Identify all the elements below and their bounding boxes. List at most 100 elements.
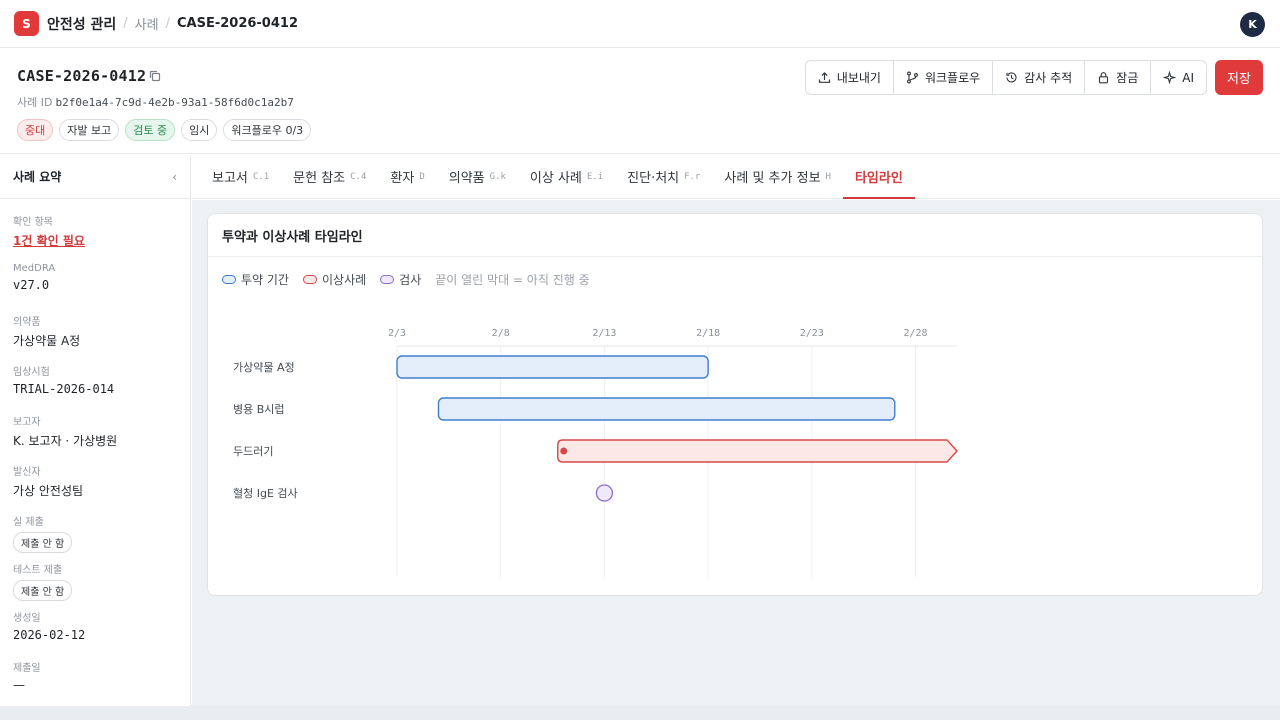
summary-item-check: 확인 항목 1건 확인 필요 (13, 213, 177, 263)
summary-label: 제출일 (13, 663, 41, 674)
legend-label: 투약 기간 (241, 273, 289, 287)
app-window: S 안전성 관리 / 사례 / CASE-2026-0412 K CASE-20… (0, 0, 1280, 706)
ai-label: AI (1182, 70, 1194, 85)
app-logo[interactable]: S (14, 11, 39, 36)
summary-item-submitted: 제출일 — (13, 659, 177, 709)
row-label: 두드러기 (233, 445, 273, 458)
summary-value: 2026-02-12 (13, 628, 86, 642)
tab-additional-info[interactable]: 사례 및 추가 정보 H (712, 155, 843, 198)
sidebar-header: 사례 요약 ‹ (0, 155, 190, 199)
audit-trail-label: 감사 추적 (1024, 71, 1073, 85)
workflow-label: 워크플로우 (924, 71, 981, 85)
tab-label: 사례 및 추가 정보 (724, 171, 821, 186)
legend-item-event: 이상사례 (302, 271, 367, 288)
tab-code: C.1 (252, 171, 270, 182)
tab-code: G.k (489, 171, 506, 182)
summary-value: 가상약물 A정 (13, 334, 81, 348)
row-label: 가상약물 A정 (233, 360, 295, 374)
case-title: CASE-2026-0412 (17, 67, 147, 85)
tab-code: E.i (586, 171, 604, 182)
action-toolbar: 내보내기 워크플로우 감사 추적 잠금 AI (804, 60, 1207, 95)
breadcrumb-separator: / (165, 16, 170, 31)
lock-button[interactable]: 잠금 (1085, 61, 1152, 94)
event-bar (557, 439, 958, 463)
summary-label: 확인 항목 (13, 217, 53, 228)
workflow-button[interactable]: 워크플로우 (894, 61, 994, 94)
timeline-card: 투약과 이상사례 타임라인 투약 기간 이상사례 검사 끝이 열린 막대 = 아… (207, 213, 1263, 596)
breadcrumb-separator: / (123, 16, 128, 31)
summary-label: 생성일 (13, 613, 41, 624)
case-badges: 중대 자발 보고 검토 중 임시 워크플로우 0/3 (17, 119, 312, 141)
summary-value: 가상 안전성팀 (13, 484, 84, 498)
tab-code: C.4 (350, 171, 367, 182)
legend-label: 검사 (399, 273, 422, 287)
x-tick-label: 2/23 (800, 328, 824, 339)
avatar[interactable]: K (1240, 12, 1265, 37)
tab-label: 의약품 (448, 171, 485, 186)
summary-label: MedDRA (13, 263, 56, 274)
case-id-label: 사례 ID (17, 96, 53, 109)
save-button[interactable]: 저장 (1215, 60, 1263, 95)
breadcrumb-parent[interactable]: 사례 (135, 14, 159, 33)
summary-item-trial: 임상시험 TRIAL-2026-014 (13, 363, 177, 413)
legend-swatch-event (302, 275, 317, 284)
export-button[interactable]: 내보내기 (806, 61, 894, 94)
x-tick-label: 2/13 (592, 328, 616, 339)
summary-label: 의약품 (13, 317, 41, 328)
summary-value: — (13, 678, 25, 692)
summary-item-reporter: 보고자 K. 보고자 · 가상병원 (13, 413, 177, 463)
case-id-value: b2f0e1a4-7c9d-4e2b-93a1-58f6d0c1a2b7 (55, 96, 294, 109)
submission-chip: 제출 안 함 (13, 580, 73, 601)
breadcrumb-current: CASE-2026-0412 (176, 16, 298, 31)
branch-icon (907, 71, 918, 84)
upload-icon (818, 72, 830, 83)
collapse-icon[interactable]: ‹ (172, 170, 177, 184)
summary-item-created: 생성일 2026-02-12 (13, 609, 177, 659)
legend-note: 끝이 열린 막대 = 아직 진행 중 (435, 273, 590, 287)
legend-label: 이상사례 (321, 273, 367, 287)
tab-code: F.r (684, 171, 701, 182)
sidebar-title: 사례 요약 (13, 170, 62, 184)
tab-label: 이상 사례 (529, 171, 582, 186)
case-summary-sidebar: 사례 요약 ‹ 확인 항목 1건 확인 필요 MedDRA v27.0 의약품 … (0, 155, 191, 706)
row-label: 혈청 IgE 검사 (233, 486, 298, 500)
tab-patient[interactable]: 환자 D (378, 155, 436, 198)
summary-item-test-submission: 테스트 제출 제출 안 함 (13, 561, 177, 609)
tab-diagnosis[interactable]: 진단·처치 F.r (615, 155, 712, 198)
summary-value: K. 보고자 · 가상병원 (13, 434, 118, 448)
summary-label: 발신자 (13, 467, 41, 478)
copy-icon[interactable] (149, 70, 161, 82)
tab-literature[interactable]: 문헌 참조 C.4 (281, 155, 378, 198)
tab-drug[interactable]: 의약품 G.k (437, 155, 518, 198)
summary-value: v27.0 (13, 278, 50, 292)
summary-value: TRIAL-2026-014 (13, 382, 115, 396)
tab-adverse-event[interactable]: 이상 사례 E.i (518, 155, 615, 198)
ai-button[interactable]: AI (1151, 61, 1206, 94)
tab-timeline[interactable]: 타임라인 (842, 155, 915, 199)
check-needed-link[interactable]: 1건 확인 필요 (13, 232, 177, 249)
tab-label: 진단·처치 (627, 171, 680, 186)
timeline-card-title: 투약과 이상사례 타임라인 (208, 214, 1262, 257)
summary-item-meddra: MedDRA v27.0 (13, 263, 177, 313)
severity-badge: 중대 (17, 119, 54, 141)
summary-item-drug: 의약품 가상약물 A정 (13, 313, 177, 363)
summary-item-sender: 발신자 가상 안전성팀 (13, 463, 177, 513)
case-id-row: 사례 ID b2f0e1a4-7c9d-4e2b-93a1-58f6d0c1a2b… (17, 94, 294, 110)
tab-label: 보고서 (212, 171, 248, 186)
audit-trail-button[interactable]: 감사 추적 (993, 61, 1086, 94)
tab-report[interactable]: 보고서 C.1 (200, 155, 281, 198)
event-onset-dot (560, 447, 568, 455)
content-area: 투약과 이상사례 타임라인 투약 기간 이상사례 검사 끝이 열린 막대 = 아… (192, 200, 1280, 706)
app-title[interactable]: 안전성 관리 (47, 14, 116, 34)
lock-label: 잠금 (1116, 71, 1139, 85)
timeline-legend: 투약 기간 이상사례 검사 끝이 열린 막대 = 아직 진행 중 (222, 271, 590, 288)
summary-label: 보고자 (13, 417, 41, 428)
summary-item-real-submission: 실 제출 제출 안 함 (13, 513, 177, 561)
legend-item-test: 검사 (380, 271, 421, 288)
tab-label: 환자 (390, 171, 415, 186)
legend-swatch-test (380, 275, 395, 284)
x-tick-label: 2/28 (903, 328, 927, 339)
x-tick-label: 2/18 (696, 328, 720, 339)
x-tick-label: 2/3 (388, 328, 406, 339)
workflow-badge[interactable]: 워크플로우 0/3 (223, 119, 312, 141)
